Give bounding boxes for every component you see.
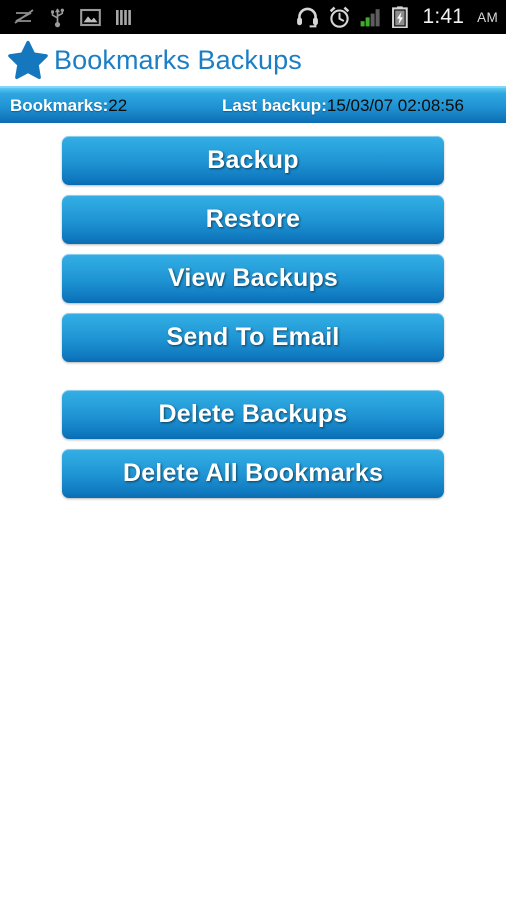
restore-button[interactable]: Restore <box>62 195 444 244</box>
status-bar-clock: 1:41 <box>422 5 465 28</box>
status-bar-right-icons: 1:41 AM <box>296 5 498 29</box>
destructive-action-buttons: Delete Backups Delete All Bookmarks <box>0 390 506 498</box>
delete-all-bookmarks-button[interactable]: Delete All Bookmarks <box>62 449 444 498</box>
star-icon <box>8 40 48 80</box>
last-backup-info: Last backup:15/03/07 02:08:56 <box>222 96 464 116</box>
last-backup-value: 15/03/07 02:08:56 <box>326 95 464 115</box>
last-backup-label: Last backup: <box>222 95 327 115</box>
delete-backups-button[interactable]: Delete Backups <box>62 390 444 439</box>
alarm-clock-icon <box>328 6 351 29</box>
app-title-bar: Bookmarks Backups <box>0 34 506 86</box>
screenshot-image-icon <box>80 8 101 27</box>
bookmarks-count-value: 22 <box>108 95 128 115</box>
page-title: Bookmarks Backups <box>54 44 302 75</box>
send-to-email-button[interactable]: Send To Email <box>62 313 444 362</box>
status-bar: 1:41 AM <box>0 0 506 34</box>
usb-icon <box>49 6 66 28</box>
bookmarks-count-label: Bookmarks: <box>10 95 109 115</box>
bookmarks-count: Bookmarks:22 <box>10 96 127 116</box>
sim-toolkit-icon <box>115 8 134 27</box>
info-bar: Bookmarks:22 Last backup:15/03/07 02:08:… <box>0 86 506 123</box>
sync-disabled-icon <box>14 8 35 26</box>
backup-button[interactable]: Backup <box>62 136 444 185</box>
status-bar-meridiem: AM <box>477 9 498 25</box>
status-bar-left-icons <box>14 6 134 28</box>
headset-icon <box>296 6 319 28</box>
main-content: Backup Restore View Backups Send To Emai… <box>0 123 506 498</box>
primary-action-buttons: Backup Restore View Backups Send To Emai… <box>0 136 506 362</box>
signal-bars-icon <box>360 7 383 27</box>
battery-charging-icon <box>392 6 409 29</box>
view-backups-button[interactable]: View Backups <box>62 254 444 303</box>
